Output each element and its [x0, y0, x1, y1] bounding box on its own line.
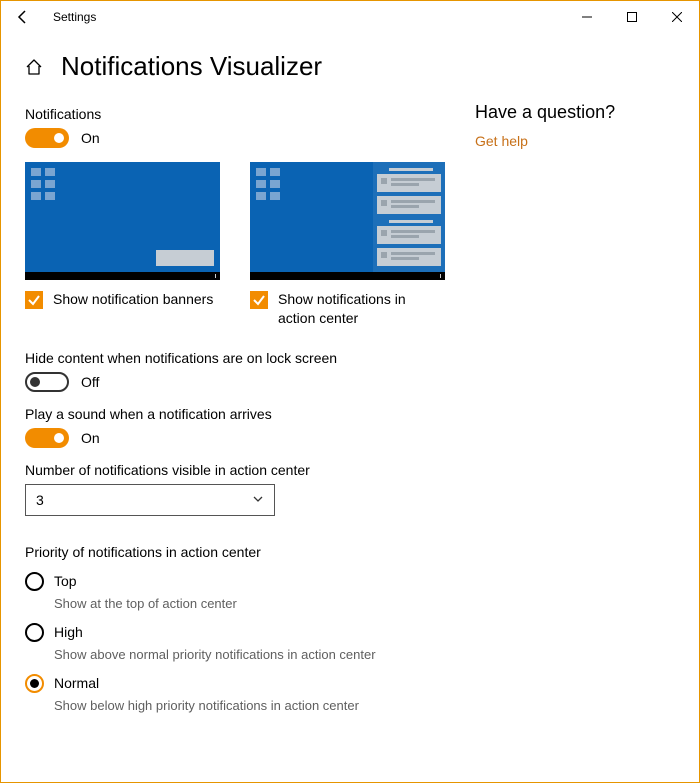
priority-top-desc: Show at the top of action center [54, 596, 445, 611]
minimize-button[interactable] [564, 1, 609, 33]
show-action-center-label: Show notifications in action center [278, 290, 445, 328]
maximize-button[interactable] [609, 1, 654, 33]
sound-label: Play a sound when a notification arrives [25, 406, 445, 422]
priority-high-name: High [54, 624, 83, 640]
sound-toggle-state: On [81, 430, 100, 446]
notifications-toggle[interactable] [25, 128, 69, 148]
notifications-toggle-state: On [81, 130, 100, 146]
priority-top-name: Top [54, 573, 77, 589]
lock-screen-label: Hide content when notifications are on l… [25, 350, 445, 366]
number-visible-label: Number of notifications visible in actio… [25, 462, 445, 478]
notifications-label: Notifications [25, 106, 445, 122]
page-title: Notifications Visualizer [61, 51, 322, 82]
radio-icon [25, 572, 44, 591]
priority-label: Priority of notifications in action cent… [25, 544, 445, 560]
priority-normal-name: Normal [54, 675, 99, 691]
titlebar: Settings [1, 1, 699, 33]
get-help-link[interactable]: Get help [475, 133, 675, 149]
chevron-down-icon [252, 492, 264, 508]
show-banners-label: Show notification banners [53, 290, 213, 309]
priority-option-high[interactable]: High Show above normal priority notifica… [25, 623, 445, 662]
close-button[interactable] [654, 1, 699, 33]
preview-action-center [250, 162, 445, 280]
sound-toggle[interactable] [25, 428, 69, 448]
show-action-center-checkbox[interactable] [250, 291, 268, 309]
preview-banners [25, 162, 220, 280]
lock-screen-toggle[interactable] [25, 372, 69, 392]
help-heading: Have a question? [475, 102, 675, 123]
show-banners-checkbox[interactable] [25, 291, 43, 309]
number-visible-select[interactable]: 3 [25, 484, 275, 516]
home-icon[interactable] [25, 58, 43, 76]
lock-screen-toggle-state: Off [81, 374, 99, 390]
priority-normal-desc: Show below high priority notifications i… [54, 698, 445, 713]
window-title: Settings [39, 10, 96, 24]
number-visible-value: 3 [36, 492, 44, 508]
priority-high-desc: Show above normal priority notifications… [54, 647, 445, 662]
radio-icon [25, 674, 44, 693]
back-button[interactable] [7, 1, 39, 33]
priority-option-top[interactable]: Top Show at the top of action center [25, 572, 445, 611]
radio-icon [25, 623, 44, 642]
page-header: Notifications Visualizer [1, 33, 699, 96]
priority-option-normal[interactable]: Normal Show below high priority notifica… [25, 674, 445, 713]
